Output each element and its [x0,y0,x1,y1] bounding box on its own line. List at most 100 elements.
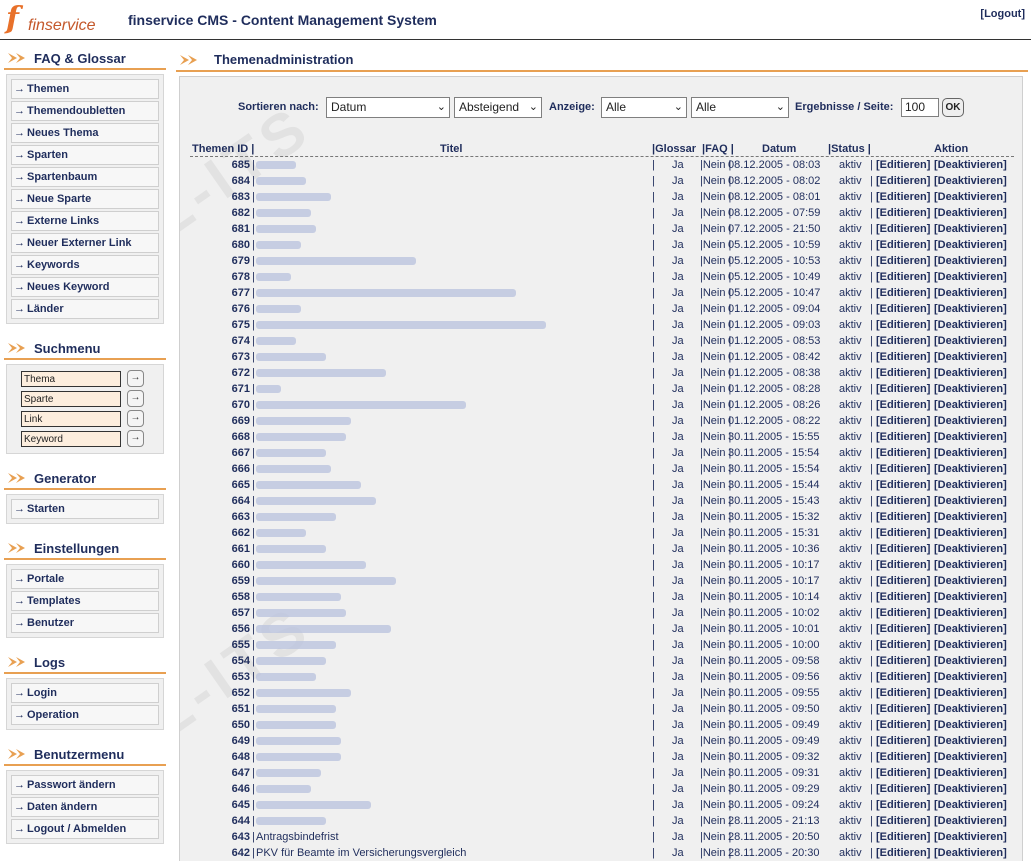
edit-link[interactable]: [Editieren] [876,799,930,811]
sidebar-settings-item-portale[interactable]: → Portale [11,569,159,589]
edit-link[interactable]: [Editieren] [876,735,930,747]
edit-link[interactable]: [Editieren] [876,207,930,219]
edit-link[interactable]: [Editieren] [876,335,930,347]
search-sparte-input[interactable] [21,391,121,407]
edit-link[interactable]: [Editieren] [876,351,930,363]
theme-title-link[interactable] [256,353,326,361]
deactivate-link[interactable]: [Deaktivieren] [934,175,1007,187]
display-select-2[interactable]: Alle ⌄ [691,97,789,118]
edit-link[interactable]: [Editieren] [876,767,930,779]
edit-link[interactable]: [Editieren] [876,159,930,171]
deactivate-link[interactable]: [Deaktivieren] [934,287,1007,299]
deactivate-link[interactable]: [Deaktivieren] [934,271,1007,283]
deactivate-link[interactable]: [Deaktivieren] [934,191,1007,203]
deactivate-link[interactable]: [Deaktivieren] [934,543,1007,555]
edit-link[interactable]: [Editieren] [876,527,930,539]
edit-link[interactable]: [Editieren] [876,575,930,587]
deactivate-link[interactable]: [Deaktivieren] [934,239,1007,251]
sort-select[interactable]: Datum ⌄ [326,97,450,118]
theme-title-link[interactable] [256,257,416,265]
theme-title-link[interactable] [256,449,326,457]
edit-link[interactable]: [Editieren] [876,495,930,507]
deactivate-link[interactable]: [Deaktivieren] [934,159,1007,171]
col-header-glossar[interactable]: |Glossar [652,143,696,155]
deactivate-link[interactable]: [Deaktivieren] [934,463,1007,475]
edit-link[interactable]: [Editieren] [876,319,930,331]
edit-link[interactable]: [Editieren] [876,239,930,251]
sidebar-faq-item-spartenbaum[interactable]: → Spartenbaum [11,167,159,187]
search-go-button[interactable]: → [127,430,144,447]
edit-link[interactable]: [Editieren] [876,383,930,395]
deactivate-link[interactable]: [Deaktivieren] [934,735,1007,747]
deactivate-link[interactable]: [Deaktivieren] [934,223,1007,235]
sidebar-faq-item-neues-thema[interactable]: → Neues Thema [11,123,159,143]
sidebar-settings-item-templates[interactable]: → Templates [11,591,159,611]
deactivate-link[interactable]: [Deaktivieren] [934,703,1007,715]
sidebar-faq-item-neue-sparte[interactable]: → Neue Sparte [11,189,159,209]
theme-title-link[interactable] [256,641,336,649]
theme-title-link[interactable] [256,241,301,249]
deactivate-link[interactable]: [Deaktivieren] [934,831,1007,843]
edit-link[interactable]: [Editieren] [876,463,930,475]
sidebar-logs-item-operation[interactable]: → Operation [11,705,159,725]
deactivate-link[interactable]: [Deaktivieren] [934,431,1007,443]
theme-title-link[interactable] [256,705,336,713]
deactivate-link[interactable]: [Deaktivieren] [934,815,1007,827]
theme-title-link[interactable] [256,513,336,521]
sidebar-faq-item-neues-keyword[interactable]: → Neues Keyword [11,277,159,297]
edit-link[interactable]: [Editieren] [876,751,930,763]
theme-title-link[interactable] [256,673,316,681]
theme-title-link[interactable] [256,721,336,729]
deactivate-link[interactable]: [Deaktivieren] [934,207,1007,219]
theme-title-link[interactable] [256,785,311,793]
edit-link[interactable]: [Editieren] [876,399,930,411]
edit-link[interactable]: [Editieren] [876,543,930,555]
deactivate-link[interactable]: [Deaktivieren] [934,335,1007,347]
deactivate-link[interactable]: [Deaktivieren] [934,511,1007,523]
search-go-button[interactable]: → [127,390,144,407]
edit-link[interactable]: [Editieren] [876,271,930,283]
deactivate-link[interactable]: [Deaktivieren] [934,639,1007,651]
col-header-datum[interactable]: Datum [762,143,796,155]
edit-link[interactable]: [Editieren] [876,703,930,715]
deactivate-link[interactable]: [Deaktivieren] [934,719,1007,731]
theme-title-link[interactable] [256,433,346,441]
deactivate-link[interactable]: [Deaktivieren] [934,527,1007,539]
edit-link[interactable]: [Editieren] [876,847,930,859]
theme-title-link[interactable] [256,337,296,345]
deactivate-link[interactable]: [Deaktivieren] [934,447,1007,459]
deactivate-link[interactable]: [Deaktivieren] [934,559,1007,571]
col-header-id[interactable]: Themen ID | [192,143,254,155]
search-go-button[interactable]: → [127,410,144,427]
theme-title-link[interactable] [256,497,376,505]
theme-title-link[interactable] [256,273,291,281]
sidebar-user-item-logout-abmelden[interactable]: → Logout / Abmelden [11,819,159,839]
theme-title-link[interactable] [256,753,341,761]
edit-link[interactable]: [Editieren] [876,831,930,843]
sidebar-faq-item-themen[interactable]: → Themen [11,79,159,99]
theme-title-link[interactable] [256,625,391,633]
search-keyword-input[interactable] [21,431,121,447]
theme-title-link[interactable] [256,193,331,201]
edit-link[interactable]: [Editieren] [876,511,930,523]
sidebar-logs-item-login[interactable]: → Login [11,683,159,703]
sidebar-user-item-passwort-ändern[interactable]: → Passwort ändern [11,775,159,795]
col-header-status[interactable]: |Status | [828,143,871,155]
theme-title-link[interactable] [256,177,306,185]
theme-title-link[interactable]: Antragsbindefrist [256,831,339,843]
deactivate-link[interactable]: [Deaktivieren] [934,623,1007,635]
deactivate-link[interactable]: [Deaktivieren] [934,415,1007,427]
deactivate-link[interactable]: [Deaktivieren] [934,783,1007,795]
edit-link[interactable]: [Editieren] [876,783,930,795]
theme-title-link[interactable] [256,689,351,697]
search-thema-input[interactable] [21,371,121,387]
deactivate-link[interactable]: [Deaktivieren] [934,575,1007,587]
edit-link[interactable]: [Editieren] [876,255,930,267]
deactivate-link[interactable]: [Deaktivieren] [934,591,1007,603]
theme-title-link[interactable] [256,801,371,809]
col-header-faq[interactable]: |FAQ | [702,143,734,155]
theme-title-link[interactable] [256,737,341,745]
theme-title-link[interactable] [256,401,466,409]
sidebar-faq-item-neuer-externer-link[interactable]: → Neuer Externer Link [11,233,159,253]
theme-title-link[interactable] [256,209,311,217]
